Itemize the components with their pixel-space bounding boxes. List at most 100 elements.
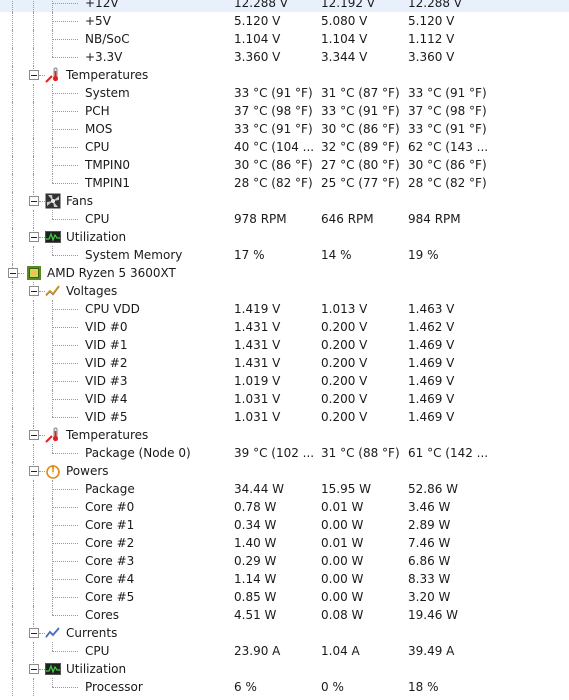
tree-branch-line	[52, 21, 78, 22]
tree-data-row[interactable]: VID #2 1.431 V 0.200 V 1.469 V	[0, 354, 569, 372]
value-min: 0.200 V	[321, 338, 368, 352]
tree-data-row[interactable]: TMPIN1 28 °C (82 °F) 25 °C (77 °F) 28 °C (8…	[0, 174, 569, 192]
group-label: Powers	[66, 464, 109, 478]
value-min: 30 °C (86 °F)	[321, 122, 400, 136]
tree-data-row[interactable]: CPU 23.90 A 1.04 A 39.49 A	[0, 642, 569, 660]
tree-group-row[interactable]: Temperatures	[0, 66, 569, 84]
value-max: 39.49 A	[408, 644, 455, 658]
tree-data-row[interactable]: VID #4 1.031 V 0.200 V 1.469 V	[0, 390, 569, 408]
collapse-toggle-icon[interactable]	[29, 628, 39, 638]
value-max: 1.469 V	[408, 338, 455, 352]
tree-data-row[interactable]: Cores 4.51 W 0.08 W 19.46 W	[0, 606, 569, 624]
tree-branch-line	[52, 129, 78, 130]
tree-group-row[interactable]: Utilization	[0, 228, 569, 246]
tree-branch-line	[52, 309, 78, 310]
group-label: AMD Ryzen 5 3600XT	[47, 266, 176, 280]
tree-data-row[interactable]: System Memory 17 % 14 % 19 %	[0, 246, 569, 264]
tree-data-row[interactable]: System 33 °C (91 °F) 31 °C (87 °F) 33 °C (9…	[0, 84, 569, 102]
tree-data-row[interactable]: +12V 12.288 V 12.192 V 12.288 V	[0, 0, 569, 12]
value-min: 12.192 V	[321, 0, 376, 10]
group-label: Utilization	[66, 662, 127, 676]
tree-data-row[interactable]: Package (Node 0) 39 °C (102 ... 31 °C (88 …	[0, 444, 569, 462]
tree-guide-line	[33, 570, 34, 588]
tree-group-row[interactable]: Fans	[0, 192, 569, 210]
tree-group-row[interactable]: Temperatures	[0, 426, 569, 444]
value-min: 0.00 W	[321, 554, 364, 568]
tree-guide-line	[52, 174, 53, 183]
collapse-toggle-icon[interactable]	[29, 286, 39, 296]
tree-branch-line	[52, 111, 78, 112]
collapse-toggle-icon[interactable]	[29, 232, 39, 242]
tree-group-row[interactable]: Powers	[0, 462, 569, 480]
tree-guide-line	[12, 408, 13, 426]
collapse-toggle-icon[interactable]	[29, 430, 39, 440]
tree-branch-line	[52, 183, 78, 184]
power-icon	[45, 463, 61, 479]
tree-guide-line	[12, 354, 13, 372]
collapse-toggle-icon[interactable]	[29, 664, 39, 674]
collapse-toggle-icon[interactable]	[29, 196, 39, 206]
value-current: 39 °C (102 ...	[234, 446, 315, 460]
tree-data-row[interactable]: Core #1 0.34 W 0.00 W 2.89 W	[0, 516, 569, 534]
value-max: 52.86 W	[408, 482, 459, 496]
tree-group-row[interactable]: Currents	[0, 624, 569, 642]
tree-data-row[interactable]: Core #4 1.14 W 0.00 W 8.33 W	[0, 570, 569, 588]
value-current: 6 %	[234, 680, 257, 694]
tree-guide-line	[33, 246, 34, 264]
tree-guide-line	[33, 390, 34, 408]
tree-guide-line	[12, 246, 13, 264]
value-max: 1.463 V	[408, 302, 455, 316]
tree-data-row[interactable]: MOS 33 °C (91 °F) 30 °C (86 °F) 33 °C (91 °…	[0, 120, 569, 138]
tree-guide-line	[12, 516, 13, 534]
tree-data-row[interactable]: CPU 40 °C (104 ... 32 °C (89 °F) 62 °C (143…	[0, 138, 569, 156]
group-label: Utilization	[66, 230, 127, 244]
sensor-label: TMPIN0	[85, 158, 131, 172]
tree-guide-line	[12, 48, 13, 66]
tree-group-row[interactable]: Voltages	[0, 282, 569, 300]
tree-data-row[interactable]: Core #0 0.78 W 0.01 W 3.46 W	[0, 498, 569, 516]
value-min: 0.200 V	[321, 320, 368, 334]
value-min: 32 °C (89 °F)	[321, 140, 400, 154]
sensor-tree[interactable]: +12V 12.288 V 12.192 V 12.288 V +5V 5.120 V 5.…	[0, 0, 569, 696]
tree-data-row[interactable]: CPU 978 RPM 646 RPM 984 RPM	[0, 210, 569, 228]
tree-data-row[interactable]: Core #5 0.85 W 0.00 W 3.20 W	[0, 588, 569, 606]
value-current: 0.85 W	[234, 590, 277, 604]
tree-data-row[interactable]: +3.3V 3.360 V 3.344 V 3.360 V	[0, 48, 569, 66]
tree-guide-line	[12, 300, 13, 318]
collapse-toggle-icon[interactable]	[29, 466, 39, 476]
tree-data-row[interactable]: VID #3 1.019 V 0.200 V 1.469 V	[0, 372, 569, 390]
tree-data-row[interactable]: TMPIN0 30 °C (86 °F) 27 °C (80 °F) 30 °C (8…	[0, 156, 569, 174]
tree-data-row[interactable]: Processor 6 % 0 % 18 %	[0, 678, 569, 696]
tree-guide-line	[12, 120, 13, 138]
sensor-label: VID #1	[85, 338, 128, 352]
tree-data-row[interactable]: Core #3 0.29 W 0.00 W 6.86 W	[0, 552, 569, 570]
tree-data-row[interactable]: Package 34.44 W 15.95 W 52.86 W	[0, 480, 569, 498]
collapse-toggle-icon[interactable]	[29, 70, 39, 80]
value-max: 62 °C (143 ...	[408, 140, 489, 154]
tree-guide-line	[52, 246, 53, 255]
tree-data-row[interactable]: VID #1 1.431 V 0.200 V 1.469 V	[0, 336, 569, 354]
tree-guide-line	[12, 210, 13, 228]
tree-data-row[interactable]: PCH 37 °C (98 °F) 33 °C (91 °F) 37 °C (98 °…	[0, 102, 569, 120]
value-current: 1.431 V	[234, 338, 281, 352]
tree-data-row[interactable]: Core #2 1.40 W 0.01 W 7.46 W	[0, 534, 569, 552]
tree-guide-line	[33, 408, 34, 426]
tree-data-row[interactable]: CPU VDD 1.419 V 1.013 V 1.463 V	[0, 300, 569, 318]
tree-group-row[interactable]: Utilization	[0, 660, 569, 678]
value-min: 0.01 W	[321, 536, 364, 550]
group-label: Currents	[66, 626, 118, 640]
tree-data-row[interactable]: VID #0 1.431 V 0.200 V 1.462 V	[0, 318, 569, 336]
tree-guide-line	[33, 498, 34, 516]
value-max: 37 °C (98 °F)	[408, 104, 487, 118]
tree-data-row[interactable]: NB/SoC 1.104 V 1.104 V 1.112 V	[0, 30, 569, 48]
tree-branch-line	[18, 273, 24, 274]
value-current: 1.40 W	[234, 536, 277, 550]
sensor-label: CPU VDD	[85, 302, 140, 316]
sensor-label: Processor	[85, 680, 143, 694]
cpu-chip-icon	[26, 265, 42, 281]
tree-group-row[interactable]: AMD Ryzen 5 3600XT	[0, 264, 569, 282]
collapse-toggle-icon[interactable]	[8, 268, 18, 278]
tree-data-row[interactable]: VID #5 1.031 V 0.200 V 1.469 V	[0, 408, 569, 426]
tree-data-row[interactable]: +5V 5.120 V 5.080 V 5.120 V	[0, 12, 569, 30]
tree-guide-line	[33, 444, 34, 462]
